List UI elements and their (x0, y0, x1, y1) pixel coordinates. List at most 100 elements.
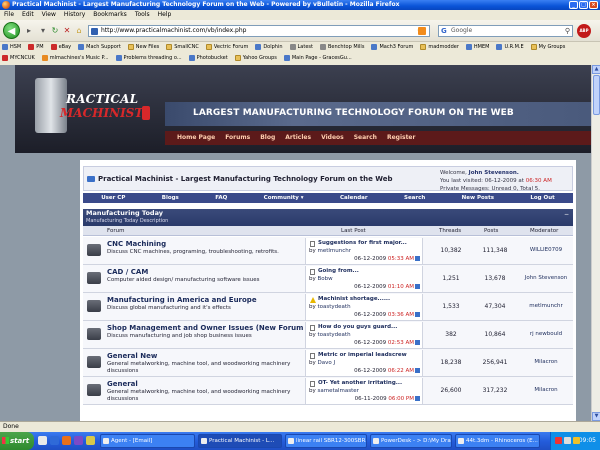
bookmark-u-r-m-e[interactable]: U.R.M.E (496, 42, 524, 52)
last-post-author-link[interactable]: metlmunchr (318, 248, 352, 254)
bookmark-pm[interactable]: PM (28, 42, 44, 52)
last-post-author-link[interactable]: sametalmaster (318, 388, 359, 394)
search-icon[interactable]: ⚲ (565, 26, 570, 36)
quicklaunch-firefox-icon[interactable] (62, 436, 71, 445)
bookmark-mach-support[interactable]: Mach Support (78, 42, 121, 52)
site-nav-register[interactable]: Register (387, 131, 416, 145)
bookmark-new-files[interactable]: New Files (127, 42, 159, 52)
collapse-icon[interactable]: − (564, 212, 570, 218)
userbar-user-cp[interactable]: User CP (101, 193, 125, 203)
userbar-community[interactable]: Community ▾ (264, 193, 304, 203)
address-bar[interactable]: http://www.practicalmachinist.com/vb/ind… (88, 25, 430, 37)
bookmark-mlmachines-s-music-p[interactable]: mlmachines's Music P... (41, 53, 109, 63)
forum-name-link[interactable]: CNC Machining (107, 240, 166, 248)
stop-icon[interactable]: ✕ (62, 26, 72, 36)
search-input[interactable]: G Google ⚲ (438, 25, 573, 37)
menu-edit[interactable]: Edit (22, 10, 34, 20)
bookmark-hsm[interactable]: HSM (2, 42, 21, 52)
go-to-last-post-icon[interactable] (415, 284, 420, 289)
last-post-author-link[interactable]: toastydeath (318, 304, 351, 310)
moderator-link[interactable]: metlmunchr (519, 303, 573, 309)
site-nav-articles[interactable]: Articles (285, 131, 311, 145)
last-post-title-link[interactable]: OT- Yet another irritating... (318, 380, 402, 386)
last-post-title-link[interactable]: Suggestions for first major... (318, 240, 407, 246)
home-icon[interactable]: ⌂ (74, 26, 84, 36)
moderator-link[interactable]: Milacron (519, 359, 573, 365)
forum-name-link[interactable]: General (107, 380, 138, 388)
username-link[interactable]: John Stevenson. (469, 170, 519, 176)
menu-tools[interactable]: Tools (135, 10, 150, 20)
forum-name-link[interactable]: Manufacturing in America and Europe (107, 296, 257, 304)
menu-history[interactable]: History (64, 10, 85, 20)
adblock-icon[interactable]: ABP (577, 24, 591, 38)
dropdown-icon[interactable]: ▾ (38, 26, 48, 36)
scroll-up-arrow[interactable]: ▲ (592, 65, 600, 74)
category-title[interactable]: Manufacturing Today (86, 209, 573, 218)
bookmark-my-groups[interactable]: My Groups (530, 42, 565, 52)
bookmark-hmem[interactable]: HMEM (465, 42, 489, 52)
userbar-blogs[interactable]: Blogs (162, 193, 179, 203)
menu-view[interactable]: View (42, 10, 56, 20)
scroll-down-arrow[interactable]: ▼ (592, 412, 600, 421)
bookmark-madmodder[interactable]: madmodder (420, 42, 459, 52)
last-post-title-link[interactable]: Going from... (318, 268, 359, 274)
forum-name-link[interactable]: Shop Management and Owner Issues (New Fo… (107, 324, 312, 332)
maximize-button[interactable]: □ (579, 1, 588, 9)
taskbar-item-powerdesk-d-my-dra[interactable]: PowerDesk - > D:\My Dra... (370, 434, 452, 448)
bookmark-smallcnc[interactable]: SmallCNC (166, 42, 199, 52)
bookmark-problems-threading-o[interactable]: Problems threading o... (115, 53, 182, 63)
private-messages-link[interactable]: Private Messages: Unread 0, Total 5. (440, 185, 568, 193)
bookmark-benchtop-mills[interactable]: Benchtop Mills (319, 42, 364, 52)
go-to-last-post-icon[interactable] (415, 368, 420, 373)
taskbar-item-linear-rail-sbr12-300sbr[interactable]: linear rail SBR12-300SBR... (285, 434, 367, 448)
bookmark-photobucket[interactable]: Photobucket (188, 53, 228, 63)
go-to-last-post-icon[interactable] (415, 256, 420, 261)
menu-file[interactable]: File (4, 10, 14, 20)
quicklaunch-ie-icon[interactable] (50, 436, 59, 445)
start-button[interactable]: start (0, 432, 34, 450)
vertical-scrollbar[interactable]: ▲ ▼ (591, 65, 600, 421)
site-logo[interactable]: RACTICAL MACHINIST (30, 70, 160, 140)
go-to-last-post-icon[interactable] (415, 312, 420, 317)
back-button[interactable]: ◀ (3, 22, 20, 39)
bookmark-mycncuk[interactable]: MYCNCUK (2, 53, 35, 63)
site-nav-search[interactable]: Search (354, 131, 377, 145)
site-nav-videos[interactable]: Videos (321, 131, 344, 145)
bookmark-dolphin[interactable]: Dolphin (255, 42, 283, 52)
scrollbar-thumb[interactable] (593, 75, 600, 115)
userbar-log-out[interactable]: Log Out (530, 193, 554, 203)
bookmark-vectric-forum[interactable]: Vectric Forum (205, 42, 248, 52)
moderator-link[interactable]: Milacron (519, 387, 573, 393)
bookmark-yahoo-groups[interactable]: Yahoo Groups (234, 53, 277, 63)
last-post-title-link[interactable]: Metric or imperial leadscrew (318, 352, 407, 358)
go-to-last-post-icon[interactable] (415, 340, 420, 345)
site-nav-blog[interactable]: Blog (260, 131, 275, 145)
minimize-button[interactable]: _ (569, 1, 578, 9)
last-post-title-link[interactable]: Machinist shortage...... (318, 296, 390, 302)
forum-title[interactable]: Practical Machinist - Largest Manufactur… (98, 175, 393, 183)
last-post-author-link[interactable]: Bobw (318, 276, 333, 282)
site-nav-forums[interactable]: Forums (225, 131, 250, 145)
last-post-author-link[interactable]: Davo J (318, 360, 336, 366)
menu-bookmarks[interactable]: Bookmarks (93, 10, 127, 20)
moderator-link[interactable]: John Stevenson (519, 275, 573, 281)
userbar-calendar[interactable]: Calendar (340, 193, 368, 203)
tray-shield-icon[interactable] (555, 437, 562, 444)
close-button[interactable]: × (589, 1, 598, 9)
menu-help[interactable]: Help (158, 10, 172, 20)
userbar-new-posts[interactable]: New Posts (462, 193, 494, 203)
last-post-author-link[interactable]: toastydeath (318, 332, 351, 338)
quicklaunch-folder-icon[interactable] (86, 436, 95, 445)
bookmark-ebay[interactable]: eBay (50, 42, 71, 52)
moderator-link[interactable]: rj newbould (519, 331, 573, 337)
taskbar-item-44t-3dm-rhinoceros-e[interactable]: 44t.3dm - Rhinoceros (E... (455, 434, 540, 448)
go-to-last-post-icon[interactable] (415, 396, 420, 401)
userbar-search[interactable]: Search (404, 193, 425, 203)
forward-icon[interactable]: ▸ (24, 26, 34, 36)
forum-name-link[interactable]: General New (107, 352, 157, 360)
tray-network-icon[interactable] (564, 437, 571, 444)
bookmark-latest[interactable]: Latest (289, 42, 313, 52)
show-desktop-icon[interactable] (38, 436, 47, 445)
quicklaunch-app-icon[interactable] (74, 436, 83, 445)
bookmark-main-page-gracesgu[interactable]: Main Page - GracesGu... (283, 53, 352, 63)
